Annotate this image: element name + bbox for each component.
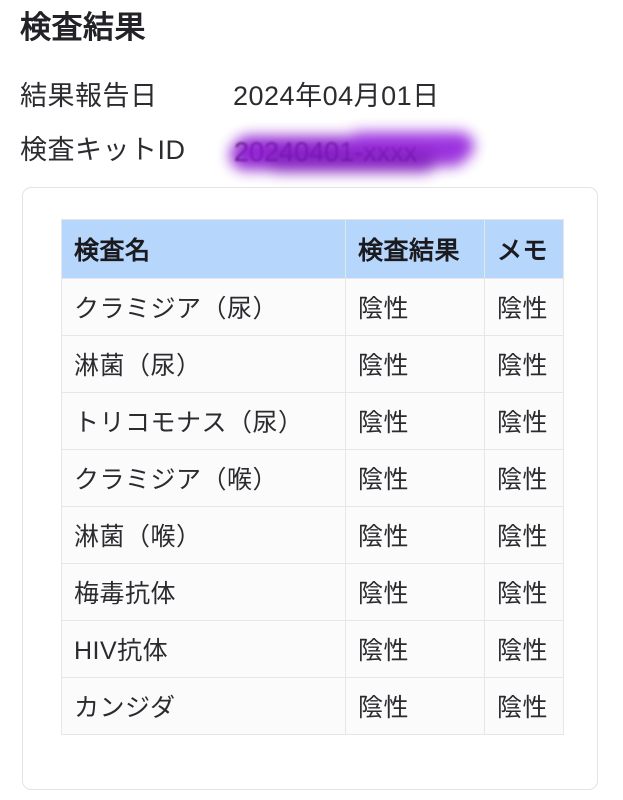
kit-id-redaction: 20240401-xxxx	[226, 124, 478, 180]
cell-test-name: クラミジア（喉）	[61, 449, 346, 507]
cell-test-result: 陰性	[345, 677, 485, 735]
table-row: HIV抗体 陰性 陰性	[61, 620, 564, 678]
table-row: 梅毒抗体 陰性 陰性	[61, 563, 564, 621]
table-row: トリコモナス（尿） 陰性 陰性	[61, 392, 564, 450]
column-header-memo: メモ	[484, 219, 564, 279]
table-row: クラミジア（尿） 陰性 陰性	[61, 278, 564, 336]
cell-memo: 陰性	[484, 449, 564, 507]
table-row: カンジダ 陰性 陰性	[61, 677, 564, 735]
result-table-head: 検査名 検査結果 メモ	[61, 219, 564, 279]
report-date-row: 結果報告日 2024年04月01日	[20, 78, 440, 114]
cell-test-result: 陰性	[345, 449, 485, 507]
table-header-row: 検査名 検査結果 メモ	[61, 219, 564, 279]
cell-test-result: 陰性	[345, 506, 485, 564]
cell-memo: 陰性	[484, 677, 564, 735]
cell-test-name: 淋菌（喉）	[61, 506, 346, 564]
redaction-marker-icon	[226, 124, 478, 180]
kit-id-value: 20240401-xxxx	[234, 137, 418, 167]
kit-id-row: 検査キットID	[20, 132, 233, 168]
cell-memo: 陰性	[484, 278, 564, 336]
cell-memo: 陰性	[484, 620, 564, 678]
report-date-label: 結果報告日	[20, 81, 158, 111]
cell-test-name: 梅毒抗体	[61, 563, 346, 621]
column-header-result: 検査結果	[345, 219, 485, 279]
test-result-page: 検査結果 結果報告日 2024年04月01日 検査キットID 20240401-x…	[0, 0, 623, 800]
result-table-scroll[interactable]: 検査名 検査結果 メモ クラミジア（尿） 陰性 陰性 淋菌（尿） 陰性 陰性 トリコモナス（…	[61, 219, 564, 735]
result-table: 検査名 検査結果 メモ クラミジア（尿） 陰性 陰性 淋菌（尿） 陰性 陰性 トリコモナス（…	[61, 219, 564, 735]
cell-memo: 陰性	[484, 392, 564, 450]
cell-test-result: 陰性	[345, 392, 485, 450]
page-title: 検査結果	[20, 10, 146, 45]
cell-test-result: 陰性	[345, 278, 485, 336]
result-card: 検査名 検査結果 メモ クラミジア（尿） 陰性 陰性 淋菌（尿） 陰性 陰性 トリコモナス（…	[22, 187, 598, 790]
cell-test-name: カンジダ	[61, 677, 346, 735]
report-date-value: 2024年04月01日	[233, 81, 440, 111]
cell-test-name: クラミジア（尿）	[61, 278, 346, 336]
cell-test-result: 陰性	[345, 620, 485, 678]
cell-test-result: 陰性	[345, 563, 485, 621]
cell-memo: 陰性	[484, 506, 564, 564]
table-row: 淋菌（尿） 陰性 陰性	[61, 335, 564, 393]
cell-test-name: トリコモナス（尿）	[61, 392, 346, 450]
cell-test-name: 淋菌（尿）	[61, 335, 346, 393]
table-row: クラミジア（喉） 陰性 陰性	[61, 449, 564, 507]
table-row: 淋菌（喉） 陰性 陰性	[61, 506, 564, 564]
kit-id-label: 検査キットID	[20, 135, 186, 165]
cell-memo: 陰性	[484, 335, 564, 393]
cell-memo: 陰性	[484, 563, 564, 621]
cell-test-result: 陰性	[345, 335, 485, 393]
column-header-name: 検査名	[61, 219, 346, 279]
cell-test-name: HIV抗体	[61, 620, 346, 678]
result-table-body: クラミジア（尿） 陰性 陰性 淋菌（尿） 陰性 陰性 トリコモナス（尿） 陰性 陰性 クラミジア（…	[61, 278, 564, 735]
